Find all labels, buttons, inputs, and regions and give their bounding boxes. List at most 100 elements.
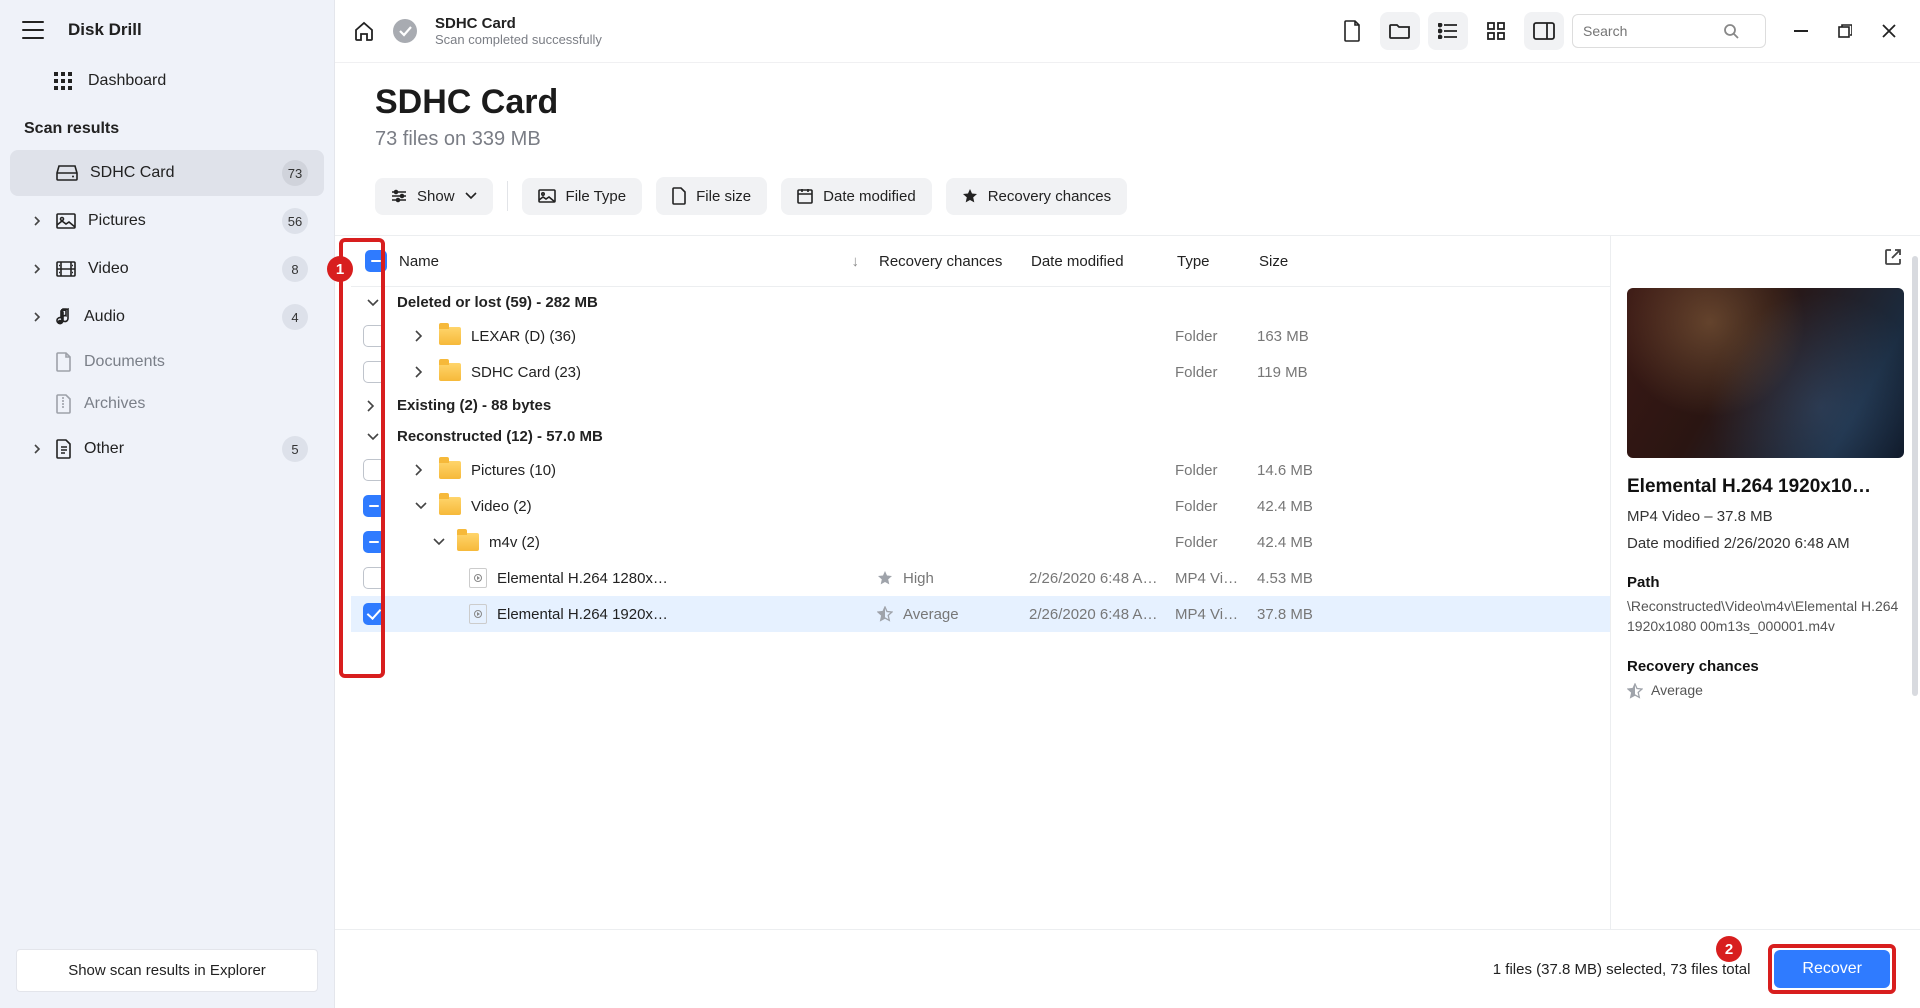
chevron-down-icon[interactable]	[415, 502, 429, 510]
row-name: SDHC Card (23)	[471, 364, 581, 381]
show-in-explorer-button[interactable]: Show scan results in Explorer	[16, 949, 318, 992]
group-label: Deleted or lost (59) - 282 MB	[397, 294, 877, 311]
sidebar-item-other[interactable]: Other 5	[10, 426, 324, 472]
table-row[interactable]: Pictures (10) Folder 14.6 MB	[351, 452, 1610, 488]
row-checkbox[interactable]	[363, 459, 385, 481]
show-filter-button[interactable]: Show	[375, 178, 493, 215]
table-row[interactable]: m4v (2) Folder 42.4 MB	[351, 524, 1610, 560]
close-icon[interactable]	[1876, 18, 1902, 44]
minimize-icon[interactable]	[1788, 18, 1814, 44]
chevron-down-icon[interactable]	[433, 538, 447, 546]
sidebar-item-documents[interactable]: Documents	[10, 342, 324, 382]
filter-bar: Show File Type File size Date modified R…	[335, 163, 1920, 236]
open-external-icon[interactable]	[1884, 248, 1902, 266]
table-row[interactable]: Elemental H.264 1280x… High 2/26/2020 6:…	[351, 560, 1610, 596]
table-group-row[interactable]: Existing (2) - 88 bytes	[351, 390, 1610, 421]
row-type: Folder	[1175, 364, 1257, 381]
chevron-right-icon[interactable]	[415, 330, 429, 342]
row-checkbox[interactable]	[363, 531, 385, 553]
page-title: SDHC Card	[375, 83, 1880, 122]
grid-view-icon[interactable]	[1476, 12, 1516, 50]
video-file-icon	[469, 604, 487, 624]
row-checkbox[interactable]	[363, 567, 385, 589]
table-group-row[interactable]: Reconstructed (12) - 57.0 MB	[351, 421, 1610, 452]
filter-label: Recovery chances	[988, 188, 1111, 205]
recover-button[interactable]: Recover	[1774, 950, 1890, 988]
row-type: MP4 Vi…	[1175, 606, 1257, 623]
row-date: 2/26/2020 6:48 A…	[1029, 606, 1175, 623]
panel-view-icon[interactable]	[1524, 12, 1564, 50]
sidebar-dashboard[interactable]: Dashboard	[0, 60, 334, 102]
scrollbar[interactable]	[1912, 256, 1918, 696]
preview-rc-label: Recovery chances	[1627, 658, 1904, 675]
chevron-down-icon[interactable]	[367, 433, 381, 441]
column-recovery[interactable]: Recovery chances	[879, 253, 1031, 270]
preview-rc-value: Average	[1651, 681, 1703, 701]
row-size: 14.6 MB	[1257, 462, 1357, 479]
filetype-filter-button[interactable]: File Type	[522, 178, 643, 215]
filesize-filter-button[interactable]: File size	[656, 177, 767, 215]
folder-icon	[439, 363, 461, 381]
app-title: Disk Drill	[68, 20, 142, 40]
filter-label: Show	[417, 188, 455, 205]
row-size: 37.8 MB	[1257, 606, 1357, 623]
row-size: 42.4 MB	[1257, 534, 1357, 551]
star-icon	[962, 188, 978, 204]
image-icon	[56, 213, 76, 229]
maximize-icon[interactable]	[1832, 18, 1858, 44]
table-row[interactable]: Video (2) Folder 42.4 MB	[351, 488, 1610, 524]
sidebar-item-pictures[interactable]: Pictures 56	[10, 198, 324, 244]
row-recovery: Average	[903, 606, 959, 623]
select-all-checkbox[interactable]	[365, 250, 387, 272]
row-checkbox[interactable]	[363, 603, 385, 625]
sidebar-item-video[interactable]: Video 8	[10, 246, 324, 292]
folder-view-icon[interactable]	[1380, 12, 1420, 50]
row-recovery: High	[903, 570, 934, 587]
file-view-icon[interactable]	[1332, 12, 1372, 50]
chevron-right-icon[interactable]	[415, 464, 429, 476]
row-size: 42.4 MB	[1257, 498, 1357, 515]
chevron-right-icon[interactable]	[32, 444, 44, 454]
recovery-filter-button[interactable]: Recovery chances	[946, 178, 1127, 215]
column-size[interactable]: Size	[1259, 253, 1359, 270]
chevron-down-icon[interactable]	[367, 299, 381, 307]
sidebar-item-archives[interactable]: Archives	[10, 384, 324, 424]
video-icon	[56, 261, 76, 277]
chevron-right-icon[interactable]	[32, 216, 44, 226]
status-bar: 1 files (37.8 MB) selected, 73 files tot…	[335, 929, 1920, 1008]
menu-icon[interactable]	[22, 21, 44, 39]
annotation-marker-2: 2	[1716, 936, 1742, 962]
sidebar-item-sdhc[interactable]: SDHC Card 73	[10, 150, 324, 196]
filter-label: Date modified	[823, 188, 916, 205]
column-date[interactable]: Date modified	[1031, 253, 1177, 270]
sidebar-label: Audio	[84, 308, 125, 326]
table-row[interactable]: Elemental H.264 1920x… Average 2/26/2020…	[351, 596, 1610, 632]
row-date: 2/26/2020 6:48 A…	[1029, 570, 1175, 587]
chevron-down-icon	[465, 192, 477, 200]
row-checkbox[interactable]	[363, 325, 385, 347]
calendar-icon	[797, 188, 813, 204]
column-type[interactable]: Type	[1177, 253, 1259, 270]
sidebar-count: 5	[282, 436, 308, 462]
sidebar-item-audio[interactable]: Audio 4	[10, 294, 324, 340]
search-input[interactable]	[1583, 23, 1723, 39]
home-icon[interactable]	[353, 20, 375, 42]
row-checkbox[interactable]	[363, 495, 385, 517]
chevron-right-icon[interactable]	[32, 312, 44, 322]
chevron-right-icon[interactable]	[32, 264, 44, 274]
list-view-icon[interactable]	[1428, 12, 1468, 50]
column-name[interactable]: Name↓	[399, 253, 879, 270]
chevron-right-icon[interactable]	[415, 366, 429, 378]
table-group-row[interactable]: Deleted or lost (59) - 282 MB	[351, 287, 1610, 318]
search-input-wrap[interactable]	[1572, 14, 1766, 48]
preview-thumbnail[interactable]	[1627, 288, 1904, 458]
table-row[interactable]: SDHC Card (23) Folder 119 MB	[351, 354, 1610, 390]
folder-icon	[439, 327, 461, 345]
row-name: m4v (2)	[489, 534, 540, 551]
chevron-right-icon[interactable]	[367, 400, 381, 412]
main: SDHC Card Scan completed successfully SD…	[335, 0, 1920, 1008]
datemodified-filter-button[interactable]: Date modified	[781, 178, 932, 215]
row-checkbox[interactable]	[363, 361, 385, 383]
sidebar-count: 8	[282, 256, 308, 282]
table-row[interactable]: LEXAR (D) (36) Folder 163 MB	[351, 318, 1610, 354]
